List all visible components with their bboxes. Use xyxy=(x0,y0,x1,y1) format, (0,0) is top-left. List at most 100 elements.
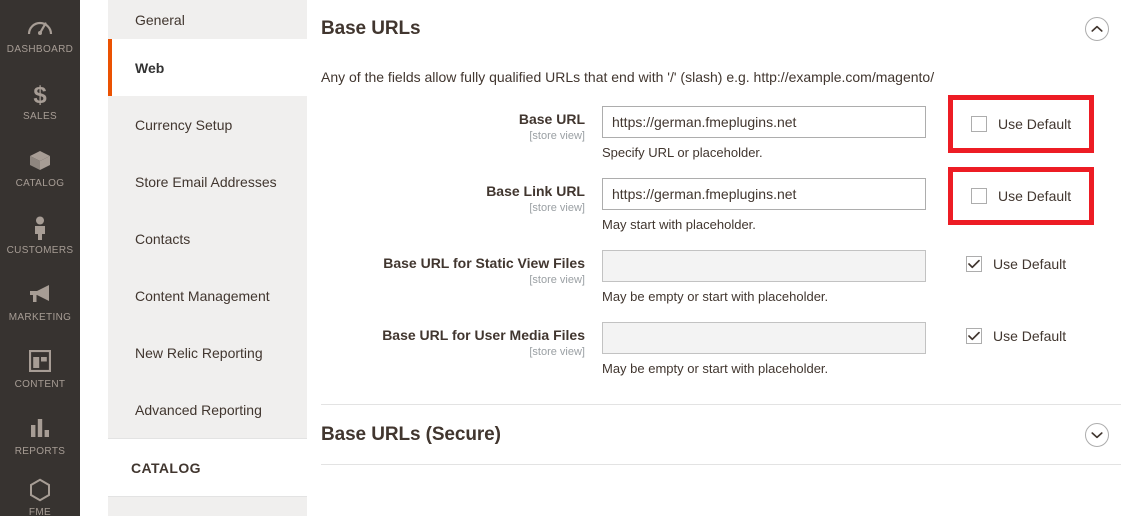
dollar-icon: $ xyxy=(31,82,49,106)
subnav-item-contacts[interactable]: Contacts xyxy=(108,210,307,267)
subnav-group-next xyxy=(108,497,307,516)
dashboard-icon xyxy=(27,15,53,39)
field-row-base-link-url: Base Link URL [store view] May start wit… xyxy=(321,178,1121,233)
section-base-urls-secure-header[interactable]: Base URLs (Secure) xyxy=(321,405,1121,464)
subnav-item-store-email-addresses[interactable]: Store Email Addresses xyxy=(108,153,307,210)
sidebar-item-catalog[interactable]: CATALOG xyxy=(0,134,80,201)
hexagon-icon xyxy=(29,478,51,502)
use-default-group-static-view-files: Use Default xyxy=(966,250,1066,272)
field-control-base-link-url: May start with placeholder. xyxy=(602,178,926,233)
use-default-highlight-box-base-link-url: Use Default xyxy=(948,167,1094,225)
section-divider-bottom xyxy=(321,464,1121,465)
field-hint-base-url-static-view-files: May be empty or start with placeholder. xyxy=(602,289,926,305)
sidebar-item-marketing[interactable]: MARKETING xyxy=(0,268,80,335)
magento-admin-page: DASHBOARD $ SALES CATALOG xyxy=(0,0,1121,516)
sidebar-item-customers[interactable]: CUSTOMERS xyxy=(0,201,80,268)
field-scope-text: [store view] xyxy=(321,273,585,287)
sidebar-item-label: FME EXTENSIONS xyxy=(6,507,74,516)
field-scope-text: [store view] xyxy=(321,201,585,215)
sidebar-item-label: CATALOG xyxy=(16,178,65,189)
use-default-label: Use Default xyxy=(993,328,1066,344)
base-link-url-input[interactable] xyxy=(602,178,926,210)
sidebar-item-dashboard[interactable]: DASHBOARD xyxy=(0,0,80,67)
field-row-base-url-static-view-files: Base URL for Static View Files [store vi… xyxy=(321,250,1121,305)
field-label-text: Base URL xyxy=(321,111,585,128)
field-hint-base-url-user-media-files: May be empty or start with placeholder. xyxy=(602,361,926,377)
subnav-item-label: Advanced Reporting xyxy=(135,402,262,418)
field-control-base-url-user-media-files: May be empty or start with placeholder. xyxy=(602,322,926,377)
chevron-down-icon[interactable] xyxy=(1085,423,1109,447)
sidebar-item-content[interactable]: CONTENT xyxy=(0,335,80,402)
section-base-urls-header[interactable]: Base URLs xyxy=(321,0,1121,58)
subnav-item-web[interactable]: Web xyxy=(108,39,307,96)
field-control-base-url-static-view-files: May be empty or start with placeholder. xyxy=(602,250,926,305)
field-label-text: Base URL for Static View Files xyxy=(321,255,585,272)
use-default-label: Use Default xyxy=(998,116,1071,132)
subnav-item-label: Content Management xyxy=(135,288,270,304)
bar-chart-icon xyxy=(29,417,51,441)
field-scope-text: [store view] xyxy=(321,129,585,143)
subnav-item-label: Web xyxy=(135,60,164,76)
box-icon xyxy=(28,149,52,173)
settings-main-content: Base URLs Any of the fields allow fully … xyxy=(307,0,1121,516)
field-control-base-url: Specify URL or placeholder. xyxy=(602,106,926,161)
sidebar-item-label: CUSTOMERS xyxy=(7,245,74,256)
subnav-item-currency-setup[interactable]: Currency Setup xyxy=(108,96,307,153)
subnav-item-label: Currency Setup xyxy=(135,117,232,133)
base-url-user-media-files-input xyxy=(602,322,926,354)
sidebar-item-reports[interactable]: REPORTS xyxy=(0,402,80,469)
use-default-checkbox-user-media-files[interactable] xyxy=(966,328,982,344)
subnav-section-catalog[interactable]: CATALOG xyxy=(108,438,307,497)
sidebar-item-label: MARKETING xyxy=(9,312,72,323)
subnav-item-advanced-reporting[interactable]: Advanced Reporting xyxy=(108,381,307,438)
subnav-item-content-management[interactable]: Content Management xyxy=(108,267,307,324)
field-label-base-link-url: Base Link URL [store view] xyxy=(321,178,602,215)
subnav-item-label: New Relic Reporting xyxy=(135,345,263,361)
section-base-urls-secure: Base URLs (Secure) xyxy=(321,405,1121,465)
person-icon xyxy=(32,216,48,240)
use-default-label: Use Default xyxy=(993,256,1066,272)
field-row-base-url-user-media-files: Base URL for User Media Files [store vie… xyxy=(321,322,1121,377)
use-default-checkbox-base-link-url[interactable] xyxy=(971,188,987,204)
field-label-base-url-user-media-files: Base URL for User Media Files [store vie… xyxy=(321,322,602,359)
use-default-highlight-box-base-url: Use Default xyxy=(948,95,1094,153)
sidebar-item-fme-extensions[interactable]: FME EXTENSIONS xyxy=(0,469,80,516)
subnav-item-label: Contacts xyxy=(135,231,190,247)
sidebar-item-label: CONTENT xyxy=(15,379,66,390)
field-label-base-url-static-view-files: Base URL for Static View Files [store vi… xyxy=(321,250,602,287)
settings-subnav: General Web Currency Setup Store Email A… xyxy=(80,0,307,516)
field-label-base-url: Base URL [store view] xyxy=(321,106,602,143)
checkmark-icon xyxy=(968,259,980,269)
subnav-section-label: CATALOG xyxy=(131,460,201,476)
use-default-checkbox-static-view-files[interactable] xyxy=(966,256,982,272)
use-default-checkbox-base-url[interactable] xyxy=(971,116,987,132)
megaphone-icon xyxy=(27,283,53,307)
checkmark-icon xyxy=(968,331,980,341)
subnav-item-label: General xyxy=(135,12,185,28)
chevron-up-icon[interactable] xyxy=(1085,17,1109,41)
field-hint-base-url: Specify URL or placeholder. xyxy=(602,145,926,161)
subnav-item-label: Store Email Addresses xyxy=(135,174,277,190)
field-scope-text: [store view] xyxy=(321,345,585,359)
field-hint-base-link-url: May start with placeholder. xyxy=(602,217,926,233)
svg-text:$: $ xyxy=(33,82,47,106)
field-label-text: Base URL for User Media Files xyxy=(321,327,585,344)
sidebar-item-sales[interactable]: $ SALES xyxy=(0,67,80,134)
base-url-static-view-files-input xyxy=(602,250,926,282)
page-title: Base URLs xyxy=(321,18,420,40)
sidebar-item-label: DASHBOARD xyxy=(7,44,74,55)
sidebar-item-label: SALES xyxy=(23,111,57,122)
use-default-group-user-media-files: Use Default xyxy=(966,322,1066,344)
subnav-item-new-relic-reporting[interactable]: New Relic Reporting xyxy=(108,324,307,381)
layout-icon xyxy=(29,350,51,374)
field-row-base-url: Base URL [store view] Specify URL or pla… xyxy=(321,106,1121,161)
sidebar-item-label: REPORTS xyxy=(15,446,66,457)
subnav-group-general: General Web Currency Setup Store Email A… xyxy=(108,0,307,438)
subnav-item-general[interactable]: General xyxy=(108,0,307,39)
field-label-text: Base Link URL xyxy=(321,183,585,200)
base-url-input[interactable] xyxy=(602,106,926,138)
use-default-label: Use Default xyxy=(998,188,1071,204)
section-base-urls: Base URLs Any of the fields allow fully … xyxy=(321,0,1121,405)
section-description: Any of the fields allow fully qualified … xyxy=(321,58,1121,89)
primary-sidebar: DASHBOARD $ SALES CATALOG xyxy=(0,0,80,516)
